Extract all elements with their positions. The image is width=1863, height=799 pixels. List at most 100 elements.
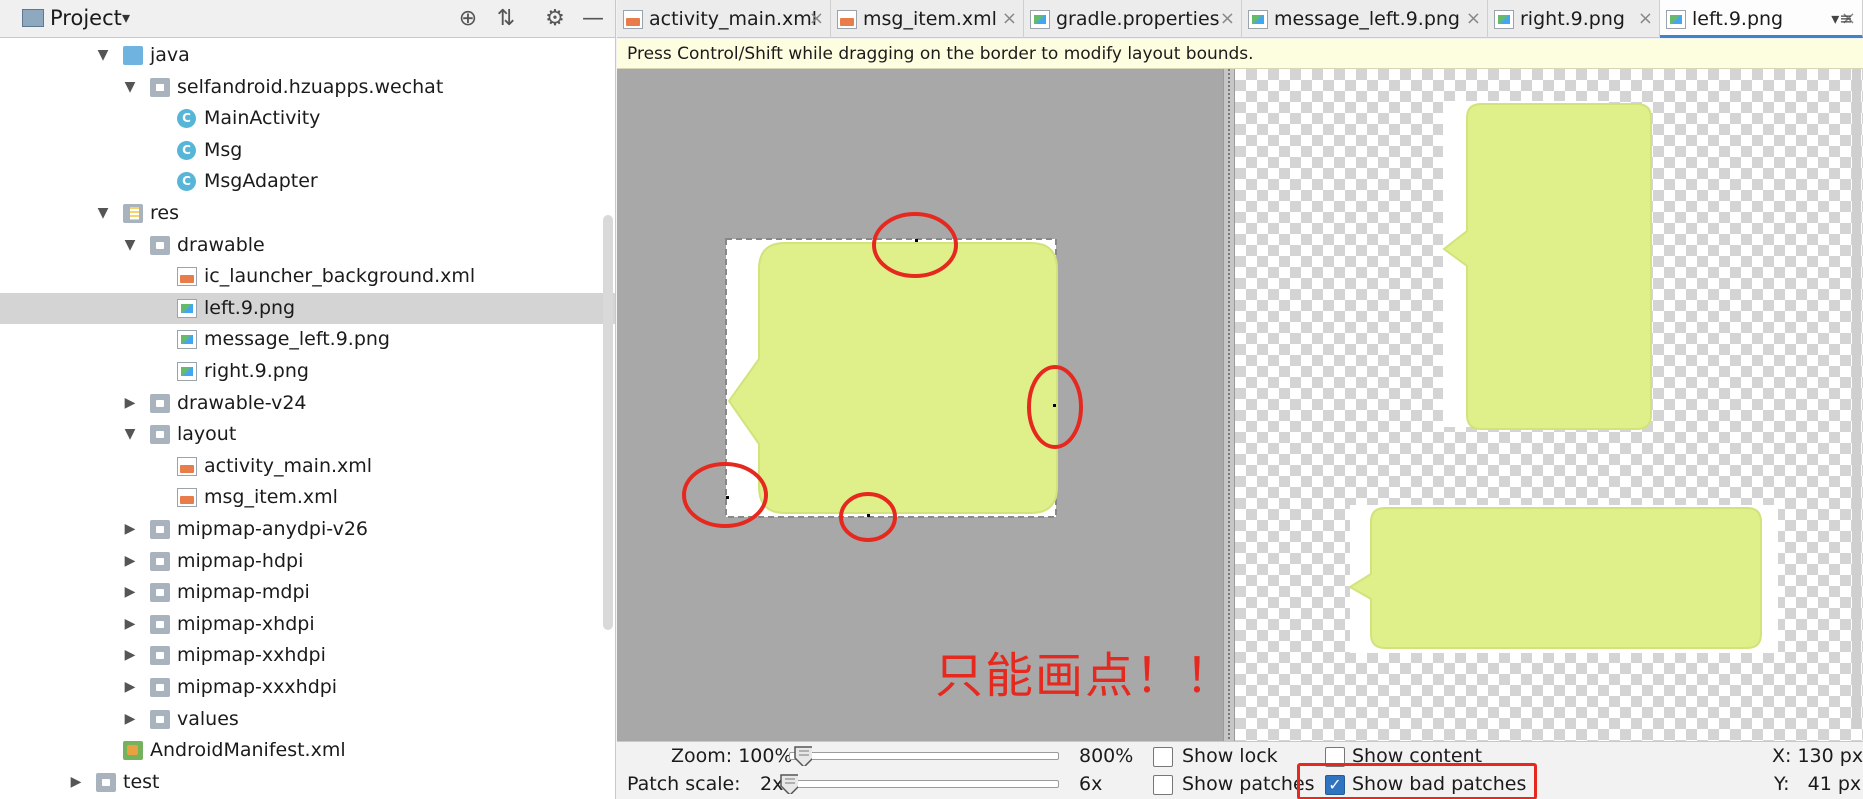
patch-scale-slider[interactable] [789,780,1059,788]
tree-item[interactable]: ic_launcher_background.xml [0,261,615,292]
manifest-icon [123,741,143,761]
gear-icon[interactable]: ⚙ [540,4,570,34]
target-icon[interactable]: ⊕ [453,4,483,34]
preview-wide-bubble [1348,507,1762,649]
tree-item[interactable]: C MainActivity [0,103,615,134]
tree-item[interactable]: AndroidManifest.xml [0,735,615,766]
expanded-arrow-icon[interactable]: ▼ [122,419,138,450]
preview-svg [1348,101,1778,653]
hint-bar: Press Control/Shift while dragging on th… [617,39,1863,69]
tree-item-label: MsgAdapter [204,170,318,193]
folder-icon [150,678,170,697]
tree-item-label: drawable-v24 [177,391,307,414]
close-icon[interactable]: × [1002,0,1017,38]
tree-item-label: ic_launcher_background.xml [204,265,476,288]
show-patches-label: Show patches [1182,773,1315,795]
folder-icon [150,614,170,634]
tab-right-9-png[interactable]: right.9.png × [1488,0,1660,38]
project-view-selector[interactable]: Project [50,6,122,30]
tree-item[interactable]: ▼ layout [0,419,615,450]
collapsed-arrow-icon[interactable]: ▶ [122,672,138,703]
y-coordinate-readout: Y: 41 px [1774,773,1862,795]
expanded-arrow-icon[interactable]: ▼ [122,230,138,261]
patch-dot-left [726,496,729,499]
collapse-all-icon[interactable]: ⇅ [491,4,521,34]
preview-scrollbar[interactable] [1852,69,1861,729]
tree-item[interactable]: right.9.png [0,356,615,387]
tree-item[interactable]: ▶ mipmap-xhdpi [0,609,615,640]
tab-overflow-menu-icon[interactable]: ▾≡ [1821,0,1863,38]
collapsed-arrow-icon[interactable]: ▶ [122,704,138,735]
patch-scale-slider-thumb[interactable] [780,774,798,794]
class-icon: C [177,109,196,129]
tab-label: right.9.png [1520,8,1625,30]
expanded-arrow-icon[interactable]: ▼ [122,72,138,103]
png-file-icon [177,330,197,350]
folder-icon [150,583,170,603]
tree-item[interactable]: ▶ test [0,767,615,798]
collapsed-arrow-icon[interactable]: ▶ [122,577,138,608]
collapsed-arrow-icon[interactable]: ▶ [122,609,138,640]
tree-item[interactable]: msg_item.xml [0,482,615,513]
tree-item[interactable]: activity_main.xml [0,451,615,482]
tree-item-label: res [150,202,179,224]
tree-item[interactable]: ▶ mipmap-hdpi [0,546,615,577]
close-icon[interactable]: × [1220,0,1235,38]
pane-splitter[interactable] [1223,69,1235,741]
tree-item[interactable]: ▼ drawable [0,230,615,261]
tree-item[interactable]: ▶ mipmap-mdpi [0,577,615,608]
tree-item-label: drawable [177,233,265,256]
x-coordinate-readout: X: 130 px [1772,745,1863,767]
minimize-icon[interactable]: — [578,4,608,34]
folder-icon [150,646,170,666]
expanded-arrow-icon[interactable]: ▼ [95,198,111,229]
collapsed-arrow-icon[interactable]: ▶ [122,388,138,419]
tree-item-label: message_left.9.png [204,328,390,351]
tree-item[interactable]: ▶ mipmap-xxxhdpi [0,672,615,703]
tab-label: gradle.properties [1056,8,1220,30]
collapsed-arrow-icon[interactable]: ▶ [122,640,138,671]
tree-item[interactable]: ▶ mipmap-anydpi-v26 [0,514,615,545]
collapsed-arrow-icon[interactable]: ▶ [68,767,84,798]
res-folder-icon [123,204,143,223]
tree-item[interactable]: C MsgAdapter [0,166,615,197]
show-patches-checkbox[interactable] [1153,775,1173,795]
close-icon[interactable]: × [1638,0,1653,38]
tree-item-label: right.9.png [204,360,309,382]
bubble-shape [727,242,1058,514]
tree-scrollbar[interactable] [603,215,613,630]
tree-item-label: msg_item.xml [204,486,338,509]
chevron-down-icon[interactable]: ▾ [122,8,130,27]
tree-item-label: left.9.png [204,296,296,319]
tree-item[interactable]: ▼ res [0,198,615,229]
tab-activity-main-xml[interactable]: activity_main.xml × [617,0,831,38]
collapsed-arrow-icon[interactable]: ▶ [122,514,138,545]
tree-item[interactable]: message_left.9.png [0,324,615,355]
tree-item-label: mipmap-anydpi-v26 [177,518,369,540]
close-icon[interactable]: × [809,0,824,38]
png-file-icon [1248,10,1268,29]
tree-item[interactable]: ▶ mipmap-xxhdpi [0,640,615,671]
collapsed-arrow-icon[interactable]: ▶ [122,546,138,577]
tree-item[interactable]: ▶ drawable-v24 [0,388,615,419]
expanded-arrow-icon[interactable]: ▼ [95,40,111,71]
show-lock-checkbox[interactable] [1153,747,1173,767]
tree-item-label: mipmap-mdpi [177,581,310,604]
tree-item[interactable]: ▼ java [0,40,615,71]
zoom-slider[interactable] [789,752,1059,760]
tree-item[interactable]: ▶ values [0,704,615,735]
tab-message-left-9-png[interactable]: message_left.9.png × [1242,0,1488,38]
tree-item-label: values [177,707,239,730]
tree-item[interactable]: C Msg [0,135,615,166]
tree-item[interactable]: left.9.png [0,292,615,324]
tree-item-label: mipmap-xhdpi [177,612,315,635]
zoom-slider-thumb[interactable] [794,746,813,766]
tab-msg-item-xml[interactable]: msg_item.xml × [831,0,1024,38]
tree-item-label: MainActivity [204,107,321,130]
package-icon [150,77,170,97]
gradle-file-icon [1030,10,1050,29]
tab-gradle-properties[interactable]: gradle.properties × [1024,0,1242,38]
annotation-text: 只能画点！！ [935,648,1236,704]
close-icon[interactable]: × [1466,0,1481,38]
tree-item[interactable]: ▼ selfandroid.hzuapps.wechat [0,72,615,103]
